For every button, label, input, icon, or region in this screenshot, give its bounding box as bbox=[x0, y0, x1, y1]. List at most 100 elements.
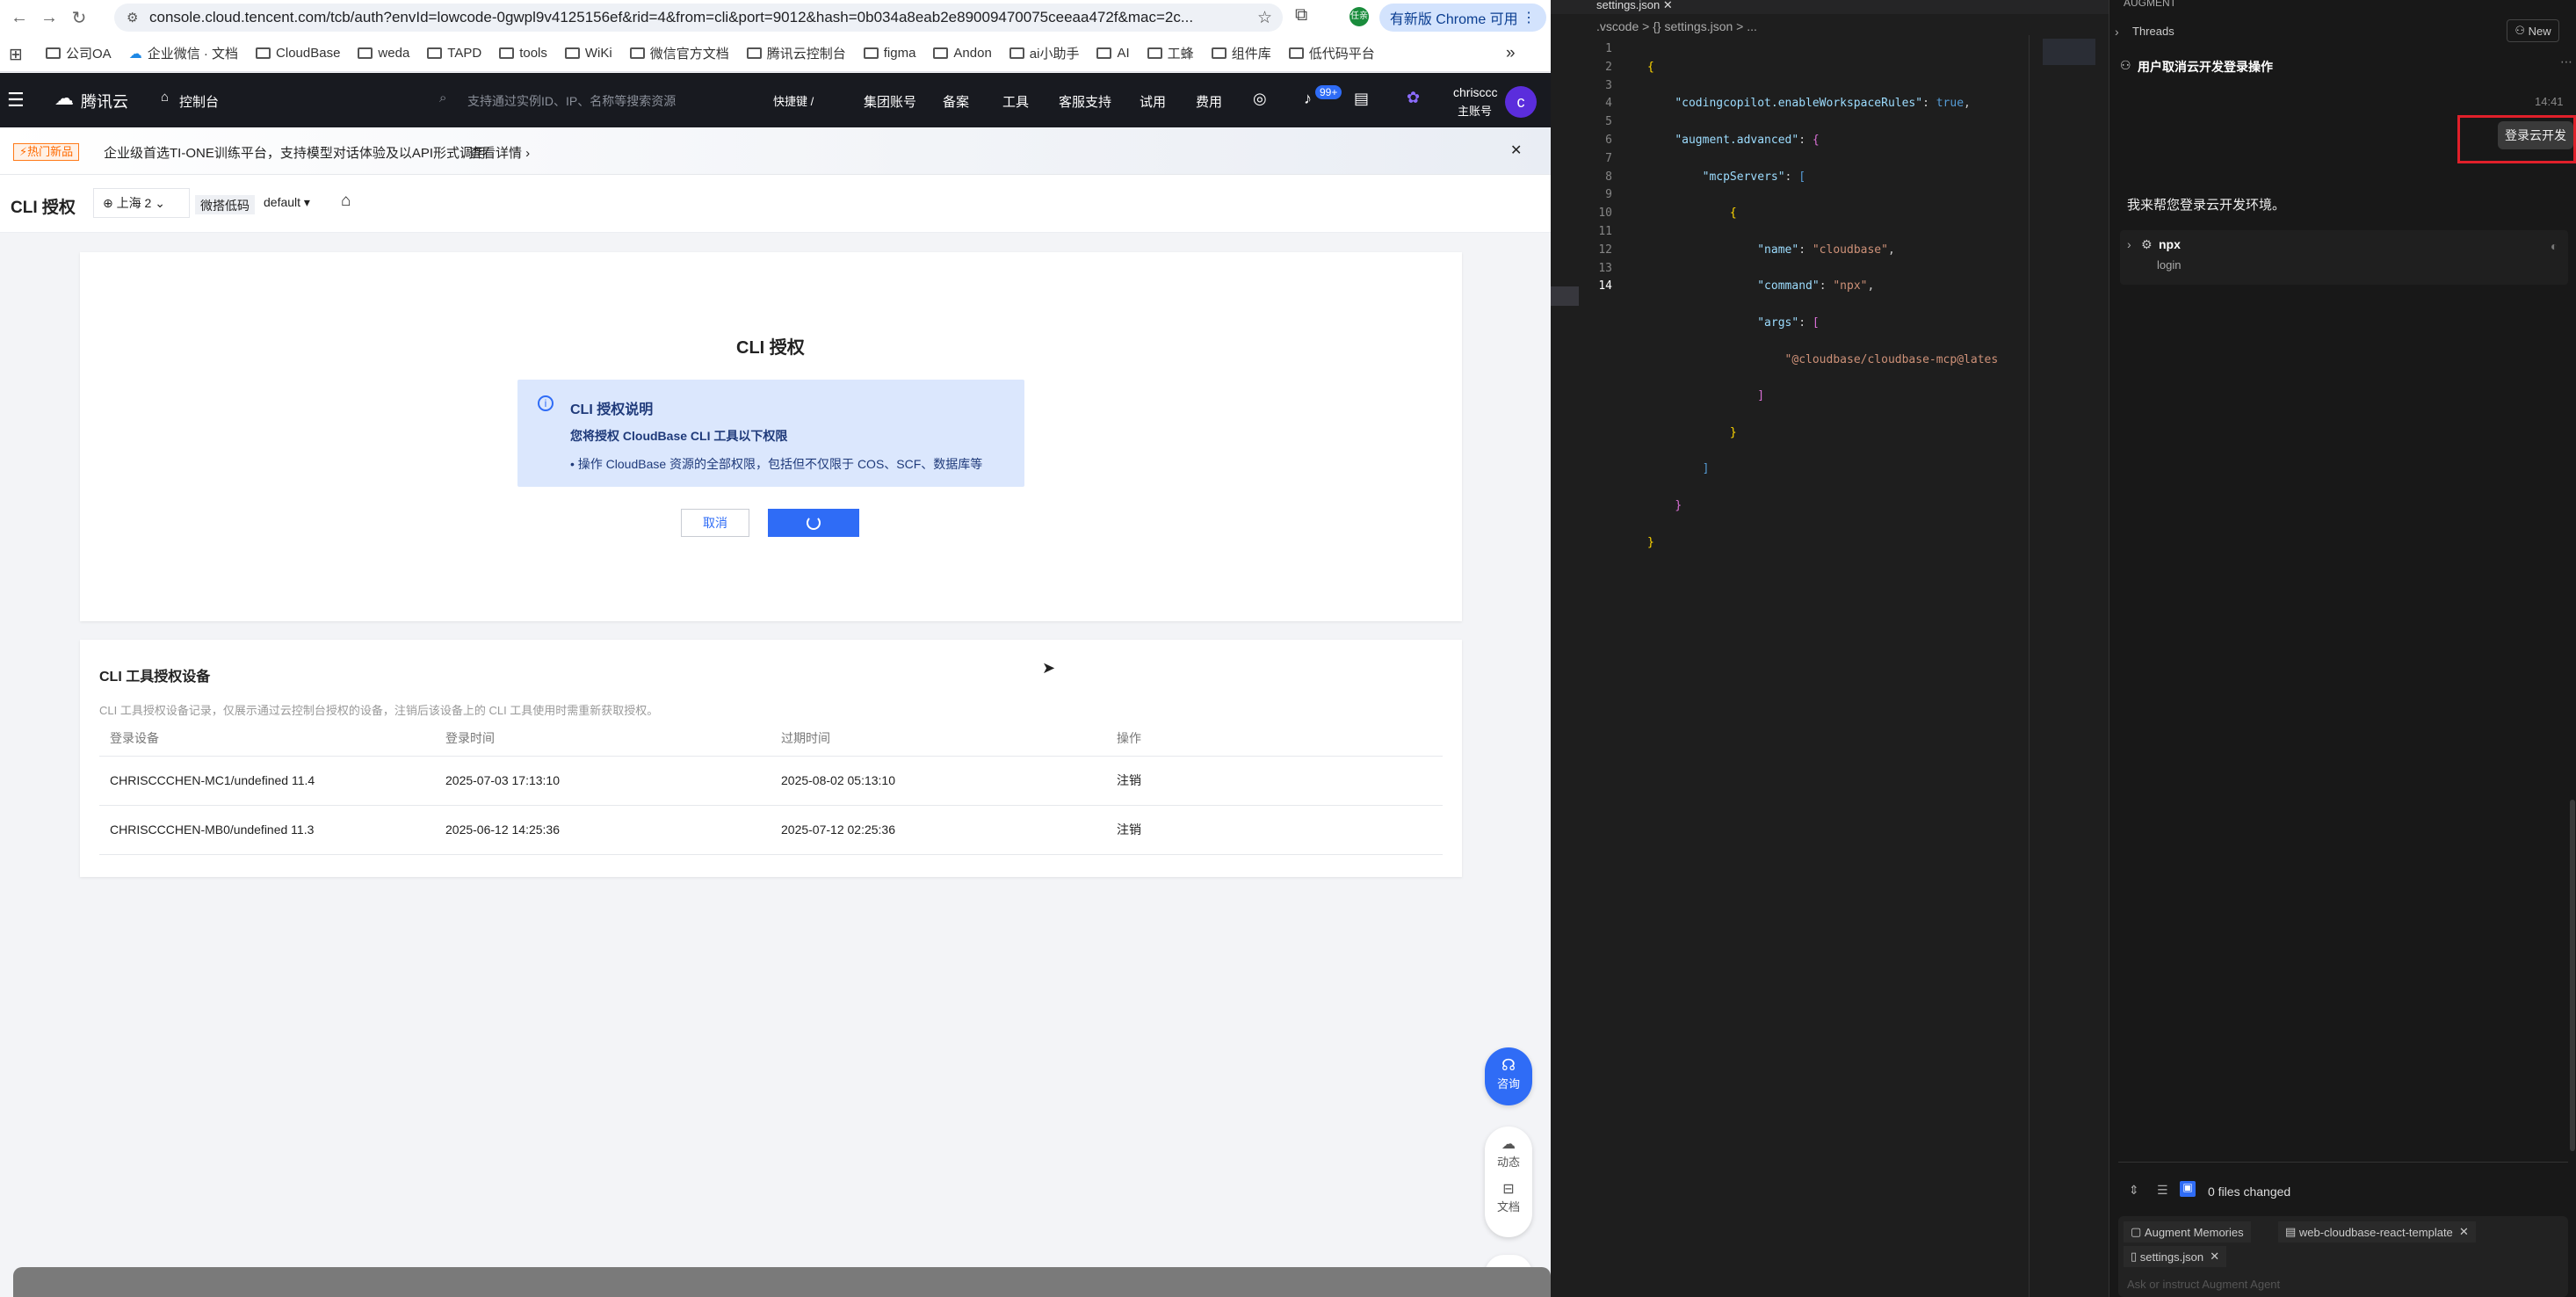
nav-item[interactable]: 客服支持 bbox=[1059, 92, 1111, 111]
avatar[interactable]: c bbox=[1505, 86, 1537, 118]
bookmark-label: 公司OA bbox=[66, 47, 112, 62]
threads-label[interactable]: Threads bbox=[2132, 25, 2174, 38]
context-chip[interactable]: ▯ settings.json ✕ bbox=[2124, 1246, 2227, 1267]
bookmark-item[interactable]: ai小助手 bbox=[1009, 44, 1079, 62]
tool-arg: login bbox=[2157, 258, 2182, 272]
list-view-icon[interactable]: ☰ bbox=[2157, 1183, 2168, 1198]
editor-tab-settings[interactable]: settings.json ✕ bbox=[1596, 0, 1673, 12]
address-bar[interactable]: ⚙ console.cloud.tencent.com/tcb/auth?env… bbox=[114, 4, 1283, 32]
bookmark-item[interactable]: 组件库 bbox=[1211, 44, 1271, 62]
bookmark-item[interactable]: 低代码平台 bbox=[1288, 44, 1375, 62]
nav-item[interactable]: 费用 bbox=[1196, 92, 1222, 111]
highlight-annotation bbox=[2457, 115, 2576, 163]
page-title-bar: CLI 授权 ⊕ 上海 2 ⌄ 微搭低码 default ▾ ⌂ bbox=[0, 175, 1551, 233]
code-content[interactable]: { "codingcopilot.enableWorkspaceRules": … bbox=[1647, 40, 1998, 589]
bookmark-item[interactable]: WiKi bbox=[564, 46, 612, 61]
extensions-icon[interactable]: ⧉ bbox=[1295, 5, 1307, 25]
nav-item[interactable]: 工具 bbox=[1002, 92, 1029, 111]
line-number: 3 bbox=[1605, 78, 1612, 92]
file-view-icon[interactable]: ▣ bbox=[2180, 1181, 2196, 1197]
card-icon[interactable]: ▤ bbox=[1354, 90, 1369, 108]
chevron-right-icon[interactable]: › bbox=[2115, 25, 2119, 39]
chrome-update-button[interactable]: 有新版 Chrome 可用 ⋮ bbox=[1379, 4, 1546, 32]
bookmark-item[interactable]: ☁ 企业微信 · 文档 bbox=[129, 44, 238, 62]
menu-icon[interactable]: ☰ bbox=[7, 89, 25, 112]
bell-icon[interactable]: ♪ bbox=[1304, 90, 1312, 108]
brand-name[interactable]: 腾讯云 bbox=[81, 90, 128, 112]
code-line: } bbox=[1647, 535, 1654, 549]
device-cell: CHRISCCCHEN-MC1/undefined 11.4 bbox=[99, 756, 435, 806]
panel-scrollbar[interactable] bbox=[2570, 800, 2575, 1151]
apps-grid-icon[interactable]: ⊞ bbox=[9, 45, 26, 64]
more-icon[interactable]: ⋯ bbox=[2560, 54, 2572, 69]
bookmark-item[interactable]: 公司OA bbox=[46, 44, 112, 62]
bookmark-item[interactable]: 工蜂 bbox=[1147, 44, 1194, 62]
code-line: } bbox=[1729, 425, 1737, 439]
column-header: 登录时间 bbox=[435, 721, 771, 757]
nav-item[interactable]: 集团账号 bbox=[864, 92, 916, 111]
forward-icon[interactable]: → bbox=[39, 7, 60, 28]
site-info-icon[interactable]: ⚙ bbox=[127, 10, 138, 25]
bookmark-item[interactable]: TAPD bbox=[427, 46, 481, 61]
dock-overlay bbox=[13, 1267, 1551, 1297]
expand-icon[interactable]: ⇕ bbox=[2129, 1183, 2139, 1198]
home-icon[interactable]: ⌂ bbox=[161, 90, 169, 105]
divider bbox=[2118, 1162, 2568, 1163]
revoke-link[interactable]: 注销 bbox=[1106, 756, 1443, 806]
user-name[interactable]: chrisccc bbox=[1453, 85, 1498, 99]
bookmark-label: Andon bbox=[953, 46, 992, 61]
bookmark-star-icon[interactable]: ☆ bbox=[1257, 8, 1272, 28]
bookmarks-overflow-button[interactable]: » bbox=[1506, 44, 1516, 63]
activity-icon[interactable]: ☁ bbox=[1485, 1135, 1532, 1153]
bookmark-item[interactable]: tools bbox=[499, 46, 547, 61]
reload-icon[interactable]: ↻ bbox=[69, 7, 90, 28]
bookmark-item[interactable]: 微信官方文档 bbox=[629, 44, 729, 62]
compass-icon[interactable]: ◎ bbox=[1253, 90, 1267, 108]
code-line: { bbox=[1647, 60, 1654, 74]
devices-card: CLI 工具授权设备 CLI 工具授权设备记录，仅展示通过云控制台授权的设备，注… bbox=[80, 640, 1462, 877]
bookmark-label: 微信官方文档 bbox=[649, 47, 729, 62]
bookmark-item[interactable]: 腾讯云控制台 bbox=[746, 44, 846, 62]
breadcrumb: .vscode > {} settings.json > ... bbox=[1596, 19, 1757, 33]
docs-label[interactable]: 文档 bbox=[1485, 1198, 1532, 1214]
expire-time-cell: 2025-08-02 05:13:10 bbox=[771, 756, 1106, 806]
globe-icon: ⊕ bbox=[103, 195, 113, 210]
json-value: true bbox=[1936, 97, 1965, 111]
bookmark-item[interactable]: Andon bbox=[933, 46, 992, 61]
browser-toolbar: ← → ↻ ⚙ console.cloud.tencent.com/tcb/au… bbox=[0, 0, 1551, 35]
ai-assistant-icon[interactable]: ✿ bbox=[1407, 89, 1420, 107]
cancel-button[interactable]: 取消 bbox=[681, 509, 749, 537]
context-chip[interactable]: ▢ Augment Memories bbox=[2124, 1221, 2251, 1243]
minimap[interactable] bbox=[2043, 39, 2095, 65]
consult-button[interactable]: ☊ 咨询 bbox=[1485, 1047, 1532, 1105]
env-select[interactable]: default ▾ bbox=[264, 195, 310, 210]
resource-search-input[interactable]: 支持通过实例ID、IP、名称等搜索资源 bbox=[467, 92, 676, 110]
nav-item[interactable]: 备案 bbox=[943, 92, 969, 111]
profile-avatar[interactable]: 任亲 bbox=[1350, 7, 1369, 26]
tencent-cloud-logo-icon[interactable]: ☁ bbox=[54, 87, 74, 110]
close-icon[interactable]: ✕ bbox=[2459, 1225, 2469, 1239]
assistant-message: 我来帮您登录云开发环境。 bbox=[2127, 198, 2286, 213]
region-select[interactable]: ⊕ 上海 2 ⌄ bbox=[93, 188, 190, 218]
nav-item[interactable]: 试用 bbox=[1140, 92, 1166, 111]
back-icon[interactable]: ← bbox=[9, 7, 30, 28]
home-icon[interactable]: ⌂ bbox=[341, 192, 351, 211]
bookmark-item[interactable]: figma bbox=[863, 46, 915, 61]
console-link[interactable]: 控制台 bbox=[179, 92, 219, 111]
dynamic-label[interactable]: 动态 bbox=[1485, 1153, 1532, 1170]
context-chip[interactable]: ▤ web-cloudbase-react-template ✕ bbox=[2278, 1221, 2476, 1243]
close-icon[interactable]: ✕ bbox=[2210, 1250, 2219, 1264]
bookmark-item[interactable]: AI bbox=[1096, 46, 1130, 61]
bookmark-label: tools bbox=[519, 46, 547, 61]
chevron-right-icon[interactable]: › bbox=[2127, 237, 2131, 251]
authorize-button[interactable] bbox=[768, 509, 859, 537]
bookmark-item[interactable]: CloudBase bbox=[256, 46, 340, 61]
revoke-link[interactable]: 注销 bbox=[1106, 805, 1443, 855]
banner-close-icon[interactable]: ✕ bbox=[1510, 141, 1522, 159]
new-thread-button[interactable]: ⚇ New bbox=[2507, 19, 2559, 42]
docs-icon[interactable]: ⊟ bbox=[1485, 1180, 1532, 1198]
chat-input[interactable]: Ask or instruct Augment Agent bbox=[2127, 1278, 2280, 1291]
bookmark-item[interactable]: weda bbox=[358, 46, 409, 61]
banner-detail-link[interactable]: 查看详情 › bbox=[469, 143, 530, 162]
tool-call-card[interactable]: › ⚙ npx login ◐ bbox=[2120, 230, 2568, 285]
